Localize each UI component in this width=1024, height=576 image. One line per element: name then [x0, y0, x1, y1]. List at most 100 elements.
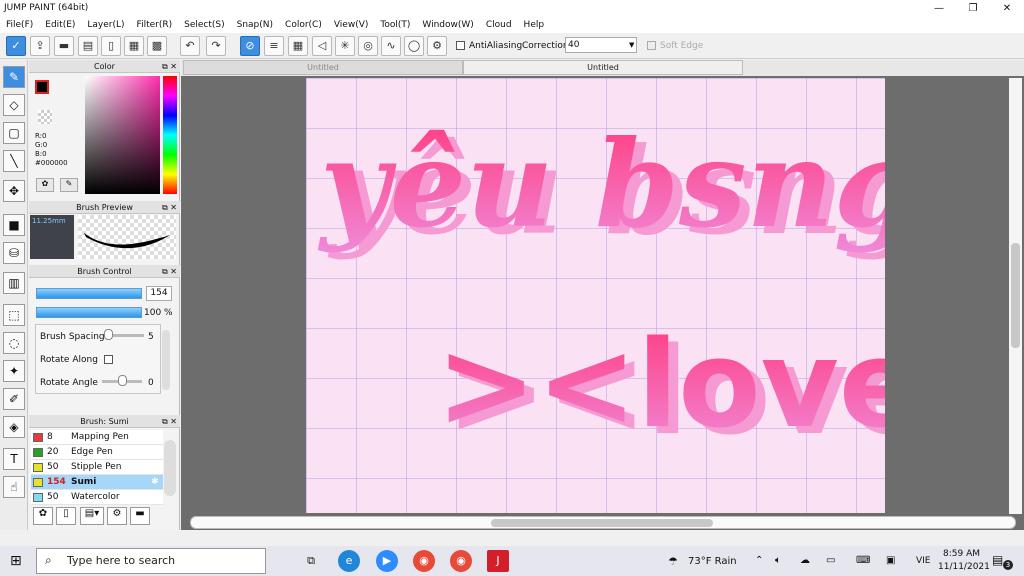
- battery-icon[interactable]: ▭: [826, 555, 835, 566]
- square-tool-icon[interactable]: ▢: [3, 122, 25, 144]
- clock-date[interactable]: 11/11/2021: [938, 562, 990, 572]
- menu-filter[interactable]: Filter(R): [137, 20, 173, 30]
- menu-color[interactable]: Color(C): [285, 20, 322, 30]
- text-tool-icon[interactable]: T: [3, 448, 25, 470]
- snap-settings-icon[interactable]: ⚙: [427, 36, 447, 56]
- menu-edit[interactable]: Edit(E): [45, 20, 75, 30]
- menu-layer[interactable]: Layer(L): [87, 20, 124, 30]
- brush-settings-icon[interactable]: ⚙: [107, 507, 127, 525]
- menu-snap[interactable]: Snap(N): [237, 20, 273, 30]
- bucket-tool-icon[interactable]: ⛁: [3, 242, 25, 264]
- jump-paint-taskbar-icon[interactable]: J: [487, 550, 509, 572]
- grid-ruler-icon[interactable]: ▦: [288, 36, 308, 56]
- menu-select[interactable]: Select(S): [184, 20, 225, 30]
- brush-control-scrollbar[interactable]: [162, 330, 170, 390]
- panel-close-icon[interactable]: ⧉ ✕: [162, 415, 177, 428]
- radial-icon[interactable]: ✳: [335, 36, 355, 56]
- concentric-icon[interactable]: ◎: [358, 36, 378, 56]
- cloud-check-icon[interactable]: ✓: [6, 36, 26, 56]
- document-icon[interactable]: ▯: [101, 36, 121, 56]
- drawing-canvas[interactable]: yêu bsng yêu bsng ><love ><love: [306, 78, 885, 513]
- menu-help[interactable]: Help: [524, 20, 545, 30]
- keyboard-icon[interactable]: ⌨: [856, 555, 870, 566]
- transparent-swatch[interactable]: [38, 110, 52, 124]
- move-tool-icon[interactable]: ✥: [3, 180, 25, 202]
- tab-untitled-1[interactable]: Untitled: [183, 60, 463, 75]
- gradient-tool-icon[interactable]: ▥: [3, 272, 25, 294]
- maximize-button[interactable]: ❐: [956, 0, 990, 17]
- list-item[interactable]: 50 Stipple Pen: [31, 460, 163, 475]
- rotate-angle-thumb[interactable]: [118, 375, 127, 386]
- horizontal-scrollbar[interactable]: [190, 516, 1016, 529]
- gear-icon[interactable]: ✱: [151, 475, 159, 490]
- menu-cloud[interactable]: Cloud: [486, 20, 512, 30]
- export-icon[interactable]: ⇪: [30, 36, 50, 56]
- menu-tool[interactable]: Tool(T): [380, 20, 410, 30]
- windows-start-icon[interactable]: ⊞: [10, 553, 22, 569]
- edge-browser-icon[interactable]: e: [338, 550, 360, 572]
- cloud-icon[interactable]: ☁: [800, 555, 810, 566]
- list-item[interactable]: 154 Sumi ✱: [31, 475, 163, 490]
- brush-spacing-thumb[interactable]: [104, 329, 113, 340]
- fill-rect-tool-icon[interactable]: ■: [3, 214, 25, 236]
- curve-icon[interactable]: ∿: [381, 36, 401, 56]
- no-ruler-icon[interactable]: ⊘: [240, 36, 260, 56]
- opacity-slider[interactable]: [36, 307, 142, 318]
- menu-file[interactable]: File(F): [6, 20, 33, 30]
- select-eraser-icon[interactable]: ◈: [3, 416, 25, 438]
- panel-close-icon[interactable]: ⧉ ✕: [162, 201, 177, 214]
- new-brush-icon[interactable]: ▯: [56, 507, 76, 525]
- redo-icon[interactable]: ↷: [206, 36, 226, 56]
- panel-close-icon[interactable]: ⧉ ✕: [162, 60, 177, 73]
- layout-icon[interactable]: ▩: [147, 36, 167, 56]
- antialiasing-checkbox[interactable]: [456, 41, 465, 50]
- menu-view[interactable]: View(V): [334, 20, 369, 30]
- tab-untitled-2[interactable]: Untitled: [463, 60, 743, 75]
- brush-menu-icon[interactable]: ▤▾: [80, 507, 104, 525]
- clock-time[interactable]: 8:59 AM: [943, 549, 980, 559]
- hue-slider[interactable]: [163, 76, 177, 194]
- undo-icon[interactable]: ↶: [180, 36, 200, 56]
- comment-icon[interactable]: ▬: [54, 36, 74, 56]
- message-icon[interactable]: ▤: [78, 36, 98, 56]
- eraser-tool-icon[interactable]: ◇: [3, 94, 25, 116]
- correction-dropdown[interactable]: 40: [565, 37, 637, 53]
- panel-close-icon[interactable]: ⧉ ✕: [162, 265, 177, 278]
- menu-window[interactable]: Window(W): [422, 20, 473, 30]
- operation-tool-icon[interactable]: ☝: [3, 476, 25, 498]
- lasso-icon[interactable]: ◌: [3, 332, 25, 354]
- close-button[interactable]: ✕: [990, 0, 1024, 17]
- notification-icon[interactable]: ▤: [992, 553, 1003, 567]
- magic-wand-icon[interactable]: ✦: [3, 360, 25, 382]
- vertical-scrollbar[interactable]: [1009, 78, 1022, 514]
- saturation-value-picker[interactable]: [85, 76, 160, 194]
- brush-list-scrollbar[interactable]: [164, 440, 176, 496]
- weather-text[interactable]: 73°F Rain: [688, 556, 737, 567]
- palette-icon[interactable]: ✿: [36, 178, 54, 192]
- brush-tool-icon[interactable]: ✎: [3, 66, 25, 88]
- vertical-scroll-thumb[interactable]: [1011, 243, 1020, 348]
- brush-size-input[interactable]: 154: [146, 286, 172, 301]
- chrome-profile-icon[interactable]: ◉: [450, 550, 472, 572]
- display-icon[interactable]: ▣: [886, 555, 895, 566]
- chevron-up-icon[interactable]: ⌃: [755, 555, 763, 566]
- brush-folder-icon[interactable]: ✿: [33, 507, 53, 525]
- language-indicator[interactable]: VIE: [916, 556, 931, 566]
- speaker-icon[interactable]: 🔈︎: [775, 555, 781, 566]
- rotate-along-checkbox[interactable]: [104, 355, 113, 364]
- brush-folder-open-icon[interactable]: ▬: [130, 507, 150, 525]
- list-item[interactable]: 20 Edge Pen: [31, 445, 163, 460]
- list-item[interactable]: 8 Mapping Pen: [31, 430, 163, 445]
- ellipse-icon[interactable]: ◯: [404, 36, 424, 56]
- parallel-ruler-icon[interactable]: ≡: [264, 36, 284, 56]
- brush-size-slider[interactable]: [36, 288, 142, 299]
- eyedropper-icon[interactable]: ✎: [60, 178, 78, 192]
- list-item[interactable]: 50 Watercolor: [31, 490, 163, 505]
- task-view-icon[interactable]: ⧉: [300, 550, 322, 572]
- taskbar-search-input[interactable]: Type here to search: [36, 548, 266, 574]
- line-tool-icon[interactable]: ╲: [3, 150, 25, 172]
- select-pen-icon[interactable]: ✐: [3, 388, 25, 410]
- select-rect-icon[interactable]: ⬚: [3, 304, 25, 326]
- zoom-app-icon[interactable]: ▶: [376, 550, 398, 572]
- settings-panel-icon[interactable]: ▦: [124, 36, 144, 56]
